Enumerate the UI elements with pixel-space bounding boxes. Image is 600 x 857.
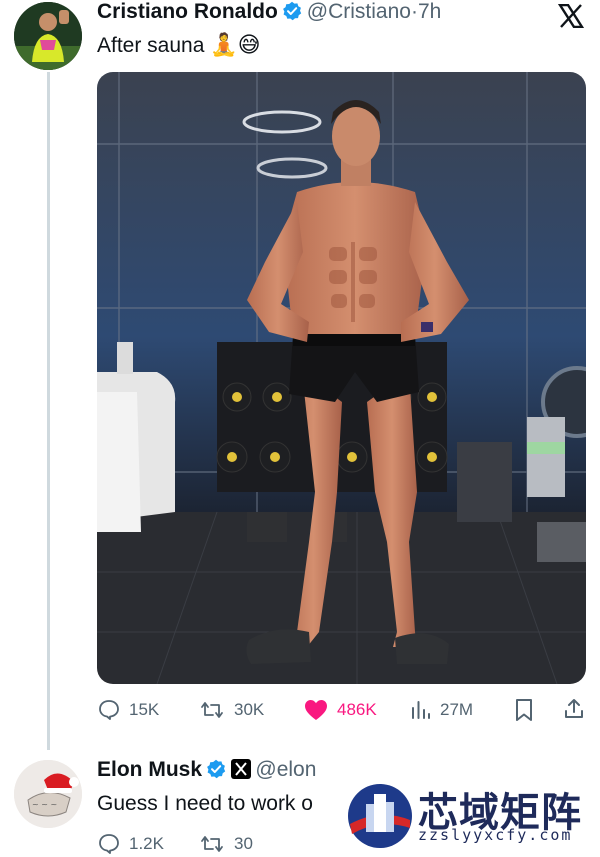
reply-author-handle[interactable]: @elon <box>255 758 316 781</box>
reply-count: 15K <box>129 700 160 719</box>
reply-button[interactable]: 15K <box>97 698 159 722</box>
svg-text:~ ~ ~: ~ ~ ~ <box>32 800 57 809</box>
emoji-glyphs: 🧘😅 <box>210 32 261 57</box>
author-name[interactable]: Cristiano Ronaldo <box>97 0 278 23</box>
heart-filled-icon <box>305 700 327 720</box>
reply-verified-badge-icon <box>206 759 226 779</box>
views-button[interactable]: 27M <box>410 698 473 722</box>
tweet-time[interactable]: 7h <box>418 0 441 23</box>
like-button[interactable]: 486K <box>303 698 377 722</box>
reply-text: Guess I need to work o <box>97 792 313 815</box>
reply-reply-button[interactable]: 1.2K <box>97 832 164 856</box>
like-count: 486K <box>337 700 377 719</box>
reply-icon <box>99 834 119 854</box>
verified-badge-icon <box>282 1 302 21</box>
reply-header: Elon Musk @elon <box>97 758 316 782</box>
watermark-logo <box>344 780 416 852</box>
tweet-photo[interactable] <box>97 72 586 684</box>
retweet-button[interactable]: 30K <box>198 698 264 722</box>
watermark-url: zzslyyxcfy.com <box>418 826 573 844</box>
reply-reply-count: 1.2K <box>129 834 164 853</box>
thread-connector-line <box>47 72 50 750</box>
reply-retweet-count: 30 <box>234 834 253 853</box>
reply-icon <box>99 700 119 720</box>
share-icon <box>565 699 583 718</box>
separator-dot: · <box>410 0 418 23</box>
reply-retweet-button[interactable]: 30 <box>198 832 253 856</box>
tweet-header: Cristiano Ronaldo @Cristiano·7h <box>97 0 441 28</box>
avatar[interactable] <box>14 2 82 70</box>
views-chart-icon <box>412 701 430 719</box>
retweet-icon <box>201 836 223 852</box>
building-globe-icon <box>348 784 412 848</box>
views-count: 27M <box>440 700 474 719</box>
reply-author-name[interactable]: Elon Musk <box>97 758 202 781</box>
reply-avatar[interactable]: ~ ~ ~ <box>14 760 82 828</box>
bookmark-icon <box>516 699 532 721</box>
author-handle[interactable]: @Cristiano <box>307 0 411 23</box>
tweet-text: After sauna 🧘😅 <box>97 32 261 58</box>
retweet-icon <box>201 702 223 718</box>
retweet-count: 30K <box>234 700 265 719</box>
bookmark-button[interactable] <box>513 698 535 727</box>
x-logo-icon[interactable] <box>557 3 585 29</box>
tweet-text-content: After sauna <box>97 34 205 57</box>
x-affiliate-badge-icon <box>230 759 251 779</box>
share-button[interactable] <box>562 697 586 726</box>
